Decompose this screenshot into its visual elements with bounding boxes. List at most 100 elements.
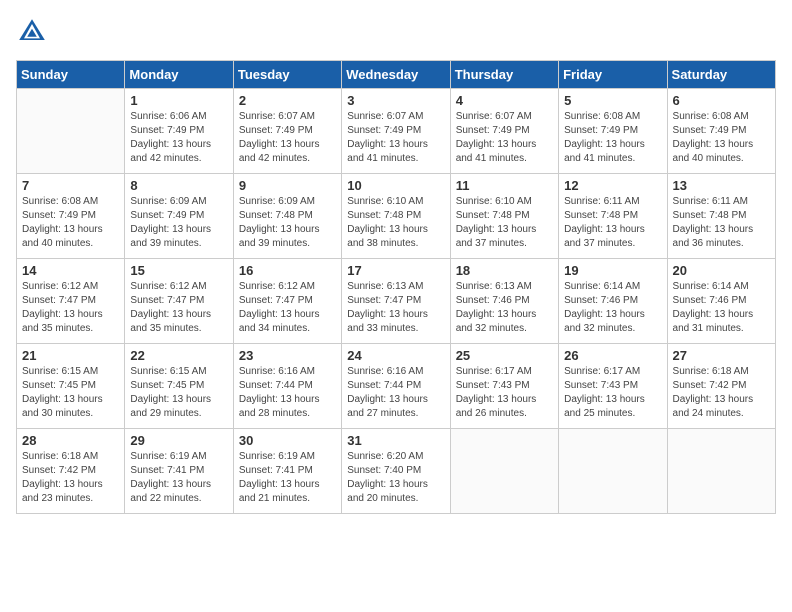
calendar-cell: [559, 429, 667, 514]
cell-detail: Sunrise: 6:17 AMSunset: 7:43 PMDaylight:…: [456, 365, 553, 421]
cell-detail: Sunrise: 6:14 AMSunset: 7:46 PMDaylight:…: [673, 280, 770, 336]
calendar-cell: 29 Sunrise: 6:19 AMSunset: 7:41 PMDayligh…: [125, 429, 233, 514]
cell-detail: Sunrise: 6:19 AMSunset: 7:41 PMDaylight:…: [130, 450, 227, 506]
calendar-cell: [17, 89, 125, 174]
cell-detail: Sunrise: 6:16 AMSunset: 7:44 PMDaylight:…: [239, 365, 336, 421]
cell-detail: Sunrise: 6:09 AMSunset: 7:48 PMDaylight:…: [239, 195, 336, 251]
cell-detail: Sunrise: 6:10 AMSunset: 7:48 PMDaylight:…: [456, 195, 553, 251]
calendar-cell: 23 Sunrise: 6:16 AMSunset: 7:44 PMDayligh…: [233, 344, 341, 429]
cell-detail: Sunrise: 6:19 AMSunset: 7:41 PMDaylight:…: [239, 450, 336, 506]
day-number: 18: [456, 263, 553, 278]
calendar-table: SundayMondayTuesdayWednesdayThursdayFrid…: [16, 60, 776, 514]
day-number: 2: [239, 93, 336, 108]
calendar-cell: 21Sunrise: 6:15 AMSunset: 7:45 PMDayligh…: [17, 344, 125, 429]
cell-detail: Sunrise: 6:12 AMSunset: 7:47 PMDaylight:…: [22, 280, 119, 336]
calendar-cell: 24 Sunrise: 6:16 AMSunset: 7:44 PMDayligh…: [342, 344, 450, 429]
calendar-cell: 7 Sunrise: 6:08 AMSunset: 7:49 PMDaylight…: [17, 174, 125, 259]
cell-detail: Sunrise: 6:14 AMSunset: 7:46 PMDaylight:…: [564, 280, 661, 336]
weekday-header-tuesday: Tuesday: [233, 61, 341, 89]
calendar-cell: 20 Sunrise: 6:14 AMSunset: 7:46 PMDayligh…: [667, 259, 775, 344]
calendar-cell: 2Sunrise: 6:07 AMSunset: 7:49 PMDaylight…: [233, 89, 341, 174]
day-number: 20: [673, 263, 770, 278]
cell-detail: Sunrise: 6:18 AMSunset: 7:42 PMDaylight:…: [673, 365, 770, 421]
calendar-cell: [667, 429, 775, 514]
day-number: 26: [564, 348, 661, 363]
day-number: 30: [239, 433, 336, 448]
calendar-cell: 5 Sunrise: 6:08 AMSunset: 7:49 PMDaylight…: [559, 89, 667, 174]
cell-detail: Sunrise: 6:13 AMSunset: 7:46 PMDaylight:…: [456, 280, 553, 336]
day-number: 13: [673, 178, 770, 193]
header: [16, 16, 776, 48]
weekday-header-row: SundayMondayTuesdayWednesdayThursdayFrid…: [17, 61, 776, 89]
calendar-cell: 1Sunrise: 6:06 AMSunset: 7:49 PMDaylight…: [125, 89, 233, 174]
weekday-header-saturday: Saturday: [667, 61, 775, 89]
day-number: 11: [456, 178, 553, 193]
logo-icon: [16, 16, 48, 48]
day-number: 12: [564, 178, 661, 193]
day-number: 23: [239, 348, 336, 363]
calendar-cell: 6 Sunrise: 6:08 AMSunset: 7:49 PMDaylight…: [667, 89, 775, 174]
cell-detail: Sunrise: 6:15 AMSunset: 7:45 PMDaylight:…: [130, 365, 227, 421]
weekday-header-thursday: Thursday: [450, 61, 558, 89]
cell-detail: Sunrise: 6:17 AMSunset: 7:43 PMDaylight:…: [564, 365, 661, 421]
calendar-cell: 18 Sunrise: 6:13 AMSunset: 7:46 PMDayligh…: [450, 259, 558, 344]
cell-detail: Sunrise: 6:08 AMSunset: 7:49 PMDaylight:…: [564, 110, 661, 166]
cell-detail: Sunrise: 6:13 AMSunset: 7:47 PMDaylight:…: [347, 280, 444, 336]
day-number: 16: [239, 263, 336, 278]
calendar-week-row: 28 Sunrise: 6:18 AMSunset: 7:42 PMDayligh…: [17, 429, 776, 514]
logo: [16, 16, 52, 48]
calendar-cell: 17 Sunrise: 6:13 AMSunset: 7:47 PMDayligh…: [342, 259, 450, 344]
weekday-header-monday: Monday: [125, 61, 233, 89]
calendar-cell: 27 Sunrise: 6:18 AMSunset: 7:42 PMDayligh…: [667, 344, 775, 429]
calendar-cell: 13 Sunrise: 6:11 AMSunset: 7:48 PMDayligh…: [667, 174, 775, 259]
calendar-cell: 28 Sunrise: 6:18 AMSunset: 7:42 PMDayligh…: [17, 429, 125, 514]
weekday-header-sunday: Sunday: [17, 61, 125, 89]
day-number: 31: [347, 433, 444, 448]
calendar-cell: 14 Sunrise: 6:12 AMSunset: 7:47 PMDayligh…: [17, 259, 125, 344]
calendar-cell: 16Sunrise: 6:12 AMSunset: 7:47 PMDayligh…: [233, 259, 341, 344]
cell-detail: Sunrise: 6:08 AMSunset: 7:49 PMDaylight:…: [673, 110, 770, 166]
calendar-cell: 15Sunrise: 6:12 AMSunset: 7:47 PMDayligh…: [125, 259, 233, 344]
day-number: 1: [130, 93, 227, 108]
cell-detail: Sunrise: 6:20 AMSunset: 7:40 PMDaylight:…: [347, 450, 444, 506]
calendar-header: SundayMondayTuesdayWednesdayThursdayFrid…: [17, 61, 776, 89]
calendar-cell: 25Sunrise: 6:17 AMSunset: 7:43 PMDayligh…: [450, 344, 558, 429]
calendar-cell: 10Sunrise: 6:10 AMSunset: 7:48 PMDayligh…: [342, 174, 450, 259]
cell-detail: Sunrise: 6:15 AMSunset: 7:45 PMDaylight:…: [22, 365, 119, 421]
day-number: 28: [22, 433, 119, 448]
calendar-cell: 26 Sunrise: 6:17 AMSunset: 7:43 PMDayligh…: [559, 344, 667, 429]
cell-detail: Sunrise: 6:16 AMSunset: 7:44 PMDaylight:…: [347, 365, 444, 421]
calendar-week-row: 1Sunrise: 6:06 AMSunset: 7:49 PMDaylight…: [17, 89, 776, 174]
calendar-cell: 22 Sunrise: 6:15 AMSunset: 7:45 PMDayligh…: [125, 344, 233, 429]
day-number: 24: [347, 348, 444, 363]
day-number: 7: [22, 178, 119, 193]
day-number: 10: [347, 178, 444, 193]
day-number: 6: [673, 93, 770, 108]
day-number: 22: [130, 348, 227, 363]
day-number: 3: [347, 93, 444, 108]
cell-detail: Sunrise: 6:11 AMSunset: 7:48 PMDaylight:…: [673, 195, 770, 251]
cell-detail: Sunrise: 6:07 AMSunset: 7:49 PMDaylight:…: [347, 110, 444, 166]
day-number: 19: [564, 263, 661, 278]
calendar-cell: 11 Sunrise: 6:10 AMSunset: 7:48 PMDayligh…: [450, 174, 558, 259]
day-number: 5: [564, 93, 661, 108]
day-number: 27: [673, 348, 770, 363]
calendar-week-row: 21Sunrise: 6:15 AMSunset: 7:45 PMDayligh…: [17, 344, 776, 429]
day-number: 9: [239, 178, 336, 193]
calendar-body: 1Sunrise: 6:06 AMSunset: 7:49 PMDaylight…: [17, 89, 776, 514]
cell-detail: Sunrise: 6:11 AMSunset: 7:48 PMDaylight:…: [564, 195, 661, 251]
calendar-cell: 4Sunrise: 6:07 AMSunset: 7:49 PMDaylight…: [450, 89, 558, 174]
calendar-cell: 30 Sunrise: 6:19 AMSunset: 7:41 PMDayligh…: [233, 429, 341, 514]
calendar-cell: 31 Sunrise: 6:20 AMSunset: 7:40 PMDayligh…: [342, 429, 450, 514]
cell-detail: Sunrise: 6:18 AMSunset: 7:42 PMDaylight:…: [22, 450, 119, 506]
calendar-cell: 8 Sunrise: 6:09 AMSunset: 7:49 PMDaylight…: [125, 174, 233, 259]
day-number: 29: [130, 433, 227, 448]
cell-detail: Sunrise: 6:08 AMSunset: 7:49 PMDaylight:…: [22, 195, 119, 251]
calendar-week-row: 7 Sunrise: 6:08 AMSunset: 7:49 PMDaylight…: [17, 174, 776, 259]
day-number: 4: [456, 93, 553, 108]
cell-detail: Sunrise: 6:09 AMSunset: 7:49 PMDaylight:…: [130, 195, 227, 251]
day-number: 14: [22, 263, 119, 278]
day-number: 8: [130, 178, 227, 193]
day-number: 17: [347, 263, 444, 278]
calendar-cell: 3 Sunrise: 6:07 AMSunset: 7:49 PMDaylight…: [342, 89, 450, 174]
